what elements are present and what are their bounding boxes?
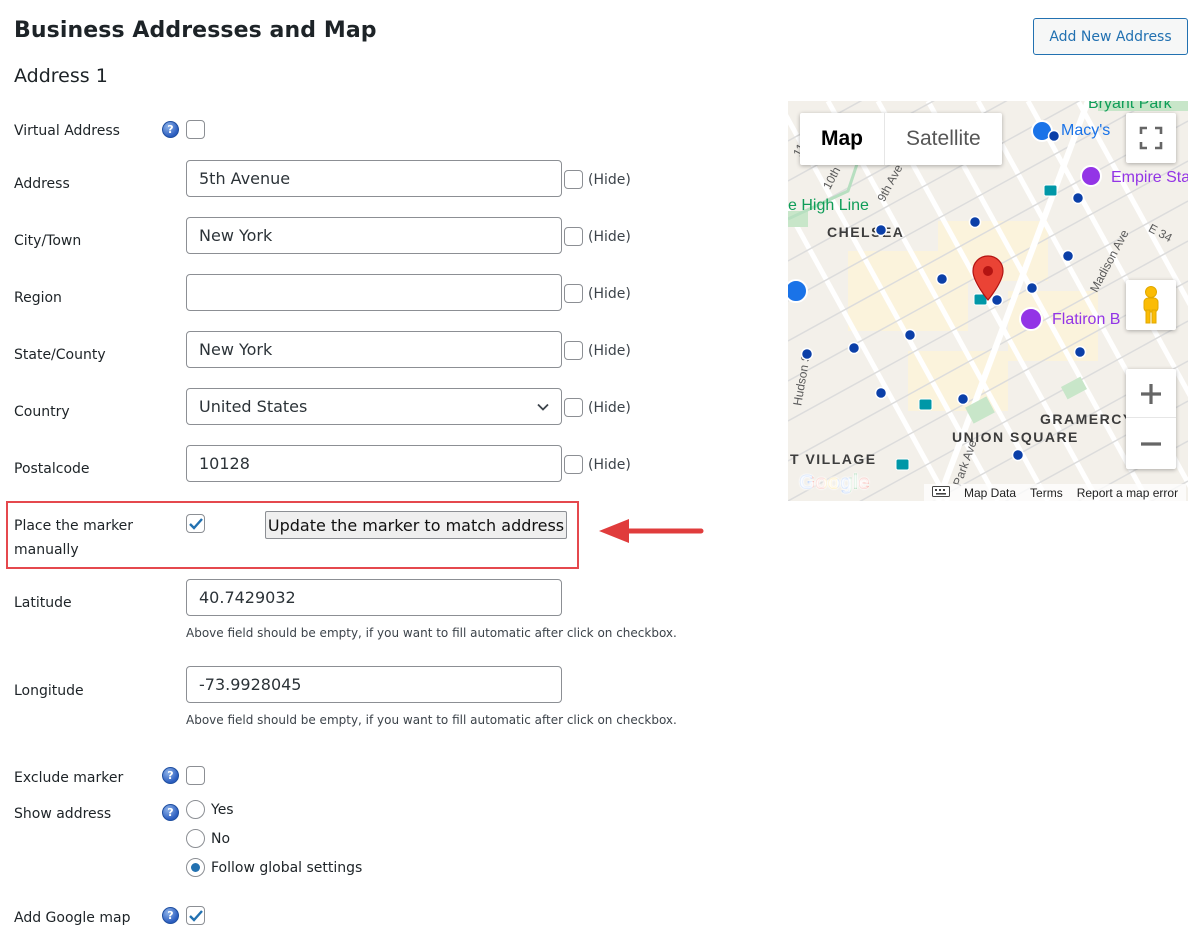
city-hide-checkbox[interactable] xyxy=(564,227,583,246)
radio-no[interactable] xyxy=(186,829,205,848)
manual-marker-label-line1: Place the marker xyxy=(14,518,134,534)
map-pin-icon[interactable] xyxy=(972,255,1004,305)
map-type-map-button[interactable]: Map xyxy=(800,113,885,165)
address-label: Address xyxy=(14,176,70,192)
fullscreen-icon[interactable] xyxy=(1126,113,1176,163)
region-hide-toggle[interactable]: (Hide) xyxy=(564,284,631,303)
update-marker-button[interactable]: Update the marker to match address xyxy=(265,511,567,539)
city-input[interactable]: New York xyxy=(186,217,562,254)
exclude-marker-help-icon[interactable]: ? xyxy=(162,767,179,784)
pegman-icon[interactable] xyxy=(1126,280,1176,330)
postalcode-label: Postalcode xyxy=(14,461,90,477)
radio-global-label: Follow global settings xyxy=(211,859,363,876)
state-hide-toggle[interactable]: (Hide) xyxy=(564,341,631,360)
radio-yes-label: Yes xyxy=(211,801,234,818)
chevron-down-icon xyxy=(535,399,551,419)
manual-marker-checkbox[interactable] xyxy=(186,514,205,533)
virtual-address-checkbox[interactable] xyxy=(186,120,205,139)
latitude-label: Latitude xyxy=(14,595,72,611)
minus-icon[interactable] xyxy=(1126,420,1176,468)
country-select[interactable]: United States xyxy=(186,388,562,425)
virtual-address-help-icon[interactable]: ? xyxy=(162,121,179,138)
map-attribution: Map Data Terms Report a map error xyxy=(924,484,1187,501)
city-label: City/Town xyxy=(14,233,82,249)
country-label: Country xyxy=(14,404,70,420)
show-address-option-yes[interactable]: Yes xyxy=(186,800,234,819)
postalcode-hide-checkbox[interactable] xyxy=(564,455,583,474)
section-title: Address 1 xyxy=(14,65,108,87)
checkmark-icon xyxy=(188,909,203,922)
show-address-label: Show address xyxy=(14,806,112,822)
address-hide-checkbox[interactable] xyxy=(564,170,583,189)
plus-icon[interactable] xyxy=(1126,370,1176,418)
region-hide-label: (Hide) xyxy=(588,285,631,302)
city-hide-toggle[interactable]: (Hide) xyxy=(564,227,631,246)
radio-yes[interactable] xyxy=(186,800,205,819)
checkmark-icon xyxy=(188,517,203,530)
country-selected-value: United States xyxy=(199,397,308,416)
state-input[interactable]: New York xyxy=(186,331,562,368)
postalcode-input[interactable]: 10128 xyxy=(186,445,562,482)
postalcode-hide-toggle[interactable]: (Hide) xyxy=(564,455,631,474)
google-map[interactable]: 10th 9th Ave Madison Ave E 34 Hudson St … xyxy=(788,101,1188,501)
country-hide-checkbox[interactable] xyxy=(564,398,583,417)
terms-link[interactable]: Terms xyxy=(1030,486,1063,500)
exclude-marker-label: Exclude marker xyxy=(14,770,124,786)
region-input[interactable] xyxy=(186,274,562,311)
map-type-control[interactable]: Map Satellite xyxy=(800,113,1002,165)
address-hide-label: (Hide) xyxy=(588,171,631,188)
city-hide-label: (Hide) xyxy=(588,228,631,245)
add-google-map-checkbox[interactable] xyxy=(186,906,205,925)
show-address-option-no[interactable]: No xyxy=(186,829,230,848)
add-new-address-button[interactable]: Add New Address xyxy=(1033,18,1188,55)
google-logo-text: Google xyxy=(799,471,870,494)
longitude-hint: Above field should be empty, if you want… xyxy=(186,713,677,727)
address-input[interactable]: 5th Avenue xyxy=(186,160,562,197)
region-label: Region xyxy=(14,290,62,306)
country-hide-label: (Hide) xyxy=(588,399,631,416)
report-map-error-link[interactable]: Report a map error xyxy=(1077,486,1178,500)
address-hide-toggle[interactable]: (Hide) xyxy=(564,170,631,189)
postalcode-hide-label: (Hide) xyxy=(588,456,631,473)
show-address-option-global[interactable]: Follow global settings xyxy=(186,858,362,877)
latitude-input[interactable]: 40.7429032 xyxy=(186,579,562,616)
radio-global[interactable] xyxy=(186,858,205,877)
radio-no-label: No xyxy=(211,830,231,847)
longitude-label: Longitude xyxy=(14,683,84,699)
state-hide-checkbox[interactable] xyxy=(564,341,583,360)
country-hide-toggle[interactable]: (Hide) xyxy=(564,398,631,417)
add-google-map-help-icon[interactable]: ? xyxy=(162,907,179,924)
show-address-help-icon[interactable]: ? xyxy=(162,804,179,821)
map-type-satellite-button[interactable]: Satellite xyxy=(885,113,1002,165)
manual-marker-label-line2: manually xyxy=(14,542,79,558)
region-hide-checkbox[interactable] xyxy=(564,284,583,303)
zoom-control[interactable] xyxy=(1126,369,1176,469)
state-hide-label: (Hide) xyxy=(588,342,631,359)
map-data-link[interactable]: Map Data xyxy=(964,486,1016,500)
keyboard-icon[interactable] xyxy=(932,485,950,500)
latitude-hint: Above field should be empty, if you want… xyxy=(186,626,677,640)
exclude-marker-checkbox[interactable] xyxy=(186,766,205,785)
add-google-map-label: Add Google map xyxy=(14,910,131,926)
state-label: State/County xyxy=(14,347,106,363)
longitude-input[interactable]: -73.9928045 xyxy=(186,666,562,703)
page-title: Business Addresses and Map xyxy=(14,18,377,43)
google-logo: Google xyxy=(799,471,870,495)
virtual-address-label: Virtual Address xyxy=(14,123,120,139)
red-arrow-icon xyxy=(597,516,705,552)
